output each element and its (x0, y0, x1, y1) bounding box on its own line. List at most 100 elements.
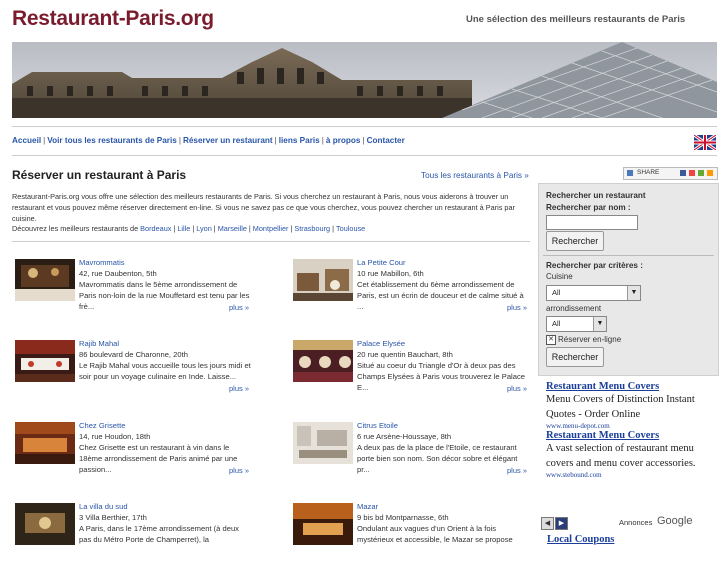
restaurant-name[interactable]: La Petite Cour (357, 258, 406, 267)
facebook-icon (680, 170, 686, 176)
restaurant-photo[interactable] (293, 259, 353, 301)
city-link-toulouse[interactable]: Toulouse (336, 224, 365, 233)
restaurant-description: A deux pas de la place de l'Etoile, ce r… (357, 443, 518, 474)
more-link[interactable]: plus » (507, 384, 527, 393)
restaurant-description: A Paris, dans le 17ème arrondissement (à… (79, 524, 239, 544)
restaurant-name[interactable]: Mazar (357, 502, 378, 511)
search-by-name-label: Rechercher par nom : (546, 203, 631, 212)
restaurant-card: Chez Grisette 14, rue Houdon, 18th Chez Gr… (15, 421, 249, 492)
city-separator: | (248, 224, 251, 234)
reserve-online-checkbox[interactable]: ✕ (546, 335, 556, 345)
ad-title[interactable]: Local Coupons (547, 534, 614, 545)
restaurant-card: Mazar 9 bis bd Montparnasse, 6th Ondulant … (293, 502, 525, 573)
nav-item-reserver[interactable]: Réserver un restaurant (183, 136, 273, 145)
nav-item-liens[interactable]: liens Paris (279, 136, 320, 145)
city-link-lille[interactable]: Lille (177, 224, 190, 233)
divider (12, 126, 717, 127)
chevron-down-icon: ▼ (627, 286, 640, 300)
restaurant-description: Ondulant aux vagues d'un Orient à la foi… (357, 524, 513, 544)
restaurant-name-input[interactable] (546, 215, 638, 230)
intro-paragraph: Restaurant-Paris.org vous offre une séle… (12, 192, 515, 223)
city-separator: | (290, 224, 293, 234)
reserve-online-label: Réserver en-ligne (558, 335, 622, 344)
restaurant-name[interactable]: Mavrommatis (79, 258, 125, 267)
share-icon (627, 170, 633, 176)
more-link[interactable]: plus » (507, 303, 527, 312)
restaurant-photo[interactable] (15, 422, 75, 464)
google-logo: Google (657, 515, 693, 527)
share-button[interactable]: SHARE (623, 167, 718, 180)
restaurant-photo[interactable] (15, 503, 75, 545)
ad-title[interactable]: Restaurant Menu Covers (546, 430, 718, 441)
share-label: SHARE (637, 169, 660, 176)
restaurant-address: 42, rue Daubenton, 5th (79, 269, 157, 278)
more-link[interactable]: plus » (229, 384, 249, 393)
restaurant-card: La villa du sud 3 Villa Berthier, 17th A P… (15, 502, 247, 573)
city-separator: | (173, 224, 176, 234)
cuisine-value: All (552, 288, 561, 297)
arrondissement-select[interactable]: All ▼ (546, 316, 607, 332)
nav-item-a-propos[interactable]: à propos (326, 136, 361, 145)
restaurant-photo[interactable] (293, 422, 353, 464)
city-link-bordeaux[interactable]: Bordeaux (140, 224, 171, 233)
nav-separator: | (362, 136, 365, 145)
restaurant-photo[interactable] (293, 503, 353, 545)
digg-icon (698, 170, 704, 176)
more-link[interactable]: plus » (229, 303, 249, 312)
nav-item-contacter[interactable]: Contacter (367, 136, 405, 145)
city-link-montpellier[interactable]: Montpellier (253, 224, 289, 233)
nav-item-all-restaurants[interactable]: Voir tous les restaurants de Paris (47, 136, 177, 145)
next-ad-chevron-icon[interactable]: ▶ (555, 517, 568, 530)
restaurant-search-box: Rechercher un restaurant Rechercher par … (538, 183, 719, 376)
header-banner-image (12, 42, 717, 118)
site-logo[interactable]: Restaurant-Paris.org (12, 7, 214, 31)
uk-flag-icon[interactable] (693, 133, 717, 152)
arrondissement-label: arrondissement (546, 304, 602, 313)
city-link-strasbourg[interactable]: Strasbourg (294, 224, 330, 233)
restaurant-card: Palace Elysée 20 rue quentin Bauchart, 8t… (293, 339, 527, 410)
page-title: Réserver un restaurant à Paris (12, 168, 187, 182)
cuisine-select[interactable]: All ▼ (546, 285, 641, 301)
ad-url[interactable]: www.menu-depot.com (546, 422, 718, 430)
city-link-marseille[interactable]: Marseille (218, 224, 247, 233)
more-link[interactable]: plus » (229, 466, 249, 475)
restaurant-description: Chez Grisette est un restaurant à vin da… (79, 443, 238, 474)
restaurant-description: Cet établissement du 6ème arrondissement… (357, 280, 524, 311)
restaurant-photo[interactable] (15, 259, 75, 301)
cuisine-label: Cuisine (546, 272, 573, 281)
restaurant-card: La Petite Cour 10 rue Mabillon, 6th Cet ét… (293, 258, 527, 329)
chevron-down-icon: ▼ (593, 317, 606, 331)
restaurant-card: Mavrommatis 42, rue Daubenton, 5th Mavromm… (15, 258, 249, 329)
search-by-name-button[interactable]: Rechercher (546, 231, 604, 251)
more-link[interactable]: plus » (507, 466, 527, 475)
nav-separator: | (321, 136, 324, 145)
restaurant-photo[interactable] (15, 340, 75, 382)
restaurant-name[interactable]: La villa du sud (79, 502, 128, 511)
ad-title[interactable]: Restaurant Menu Covers (546, 381, 718, 392)
all-restaurants-link[interactable]: Tous les restaurants à Paris » (421, 171, 529, 180)
restaurant-address: 3 Villa Berthier, 17th (79, 513, 147, 522)
divider (543, 255, 714, 256)
prev-ad-chevron-icon[interactable]: ◀ (541, 517, 554, 530)
city-separator: | (213, 224, 216, 234)
restaurant-address: 20 rue quentin Bauchart, 8th (357, 350, 453, 359)
restaurant-name[interactable]: Palace Elysée (357, 339, 405, 348)
intro-text: Restaurant-Paris.org vous offre une séle… (12, 192, 530, 235)
restaurant-address: 10 rue Mabillon, 6th (357, 269, 424, 278)
restaurant-description: Situé au coeur du Triangle d'Or à deux p… (357, 361, 525, 392)
restaurant-description: Le Rajib Mahal vous accueille tous les j… (79, 361, 251, 381)
nav-item-accueil[interactable]: Accueil (12, 136, 41, 145)
restaurant-name[interactable]: Rajib Mahal (79, 339, 119, 348)
ads-label[interactable]: Annonces (619, 518, 652, 527)
restaurant-name[interactable]: Chez Grisette (79, 421, 125, 430)
restaurant-photo[interactable] (293, 340, 353, 382)
restaurant-name[interactable]: Citrus Etoile (357, 421, 398, 430)
ad-body: A vast selection of restaurant menu cove… (546, 443, 696, 469)
restaurant-address: 86 boulevard de Charonne, 20th (79, 350, 188, 359)
search-by-criteria-button[interactable]: Rechercher (546, 347, 604, 367)
city-link-lyon[interactable]: Lyon (196, 224, 212, 233)
ad-url[interactable]: www.stebound.com (546, 471, 718, 479)
site-tagline: Une sélection des meilleurs restaurants … (466, 14, 686, 25)
nav-separator: | (43, 136, 46, 145)
bookmark-icon (689, 170, 695, 176)
